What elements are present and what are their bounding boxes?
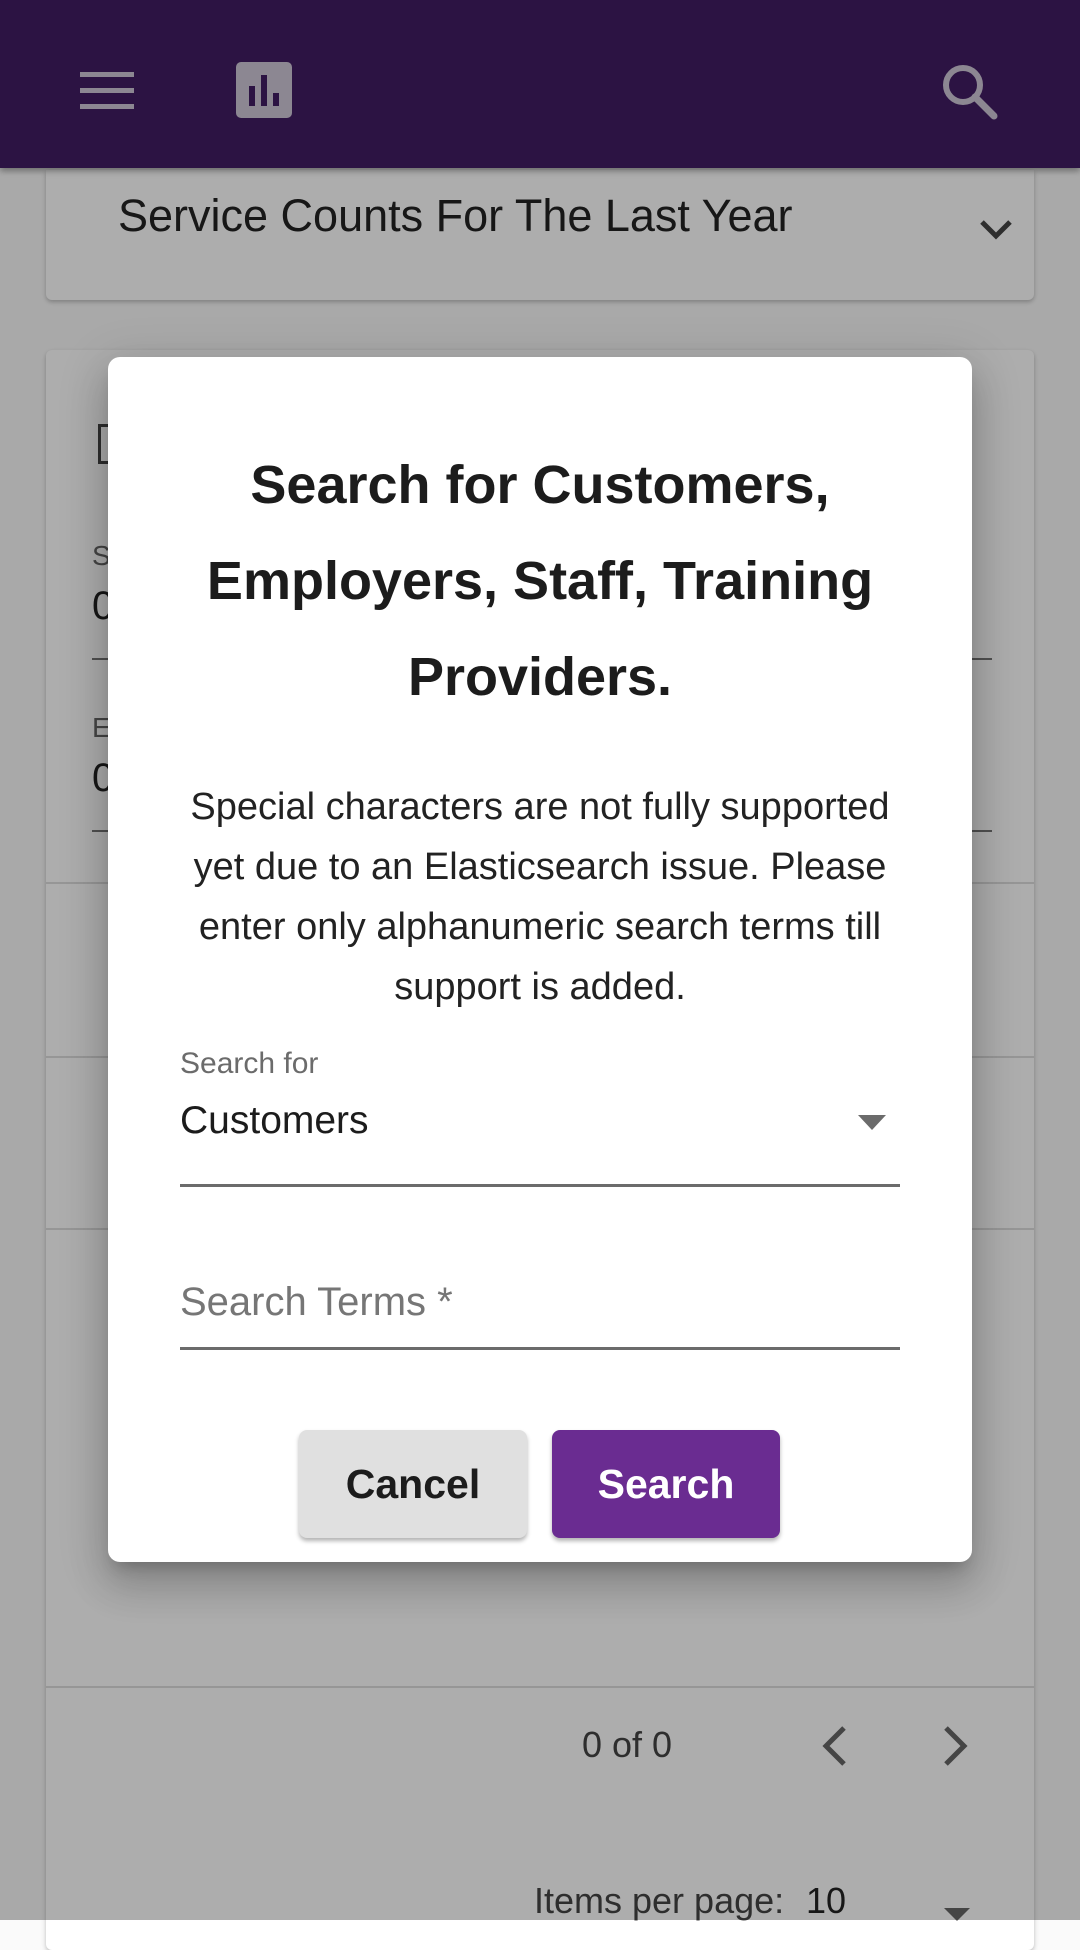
search-terms-input[interactable] [180,1257,900,1347]
cancel-button[interactable]: Cancel [299,1430,527,1538]
search-for-select[interactable]: Search for Customers [180,1047,900,1187]
search-for-value: Customers [180,1099,369,1142]
search-dialog: Search for Customers, Employers, Staff, … [108,357,972,1562]
dropdown-arrow-icon[interactable] [852,1103,892,1143]
search-button[interactable]: Search [552,1430,780,1538]
dialog-notice: Special characters are not fully support… [190,786,890,1008]
search-terms-field[interactable] [180,1257,900,1350]
dialog-title: Search for Customers, Employers, Staff, … [206,455,874,707]
search-for-label: Search for [180,1047,319,1080]
